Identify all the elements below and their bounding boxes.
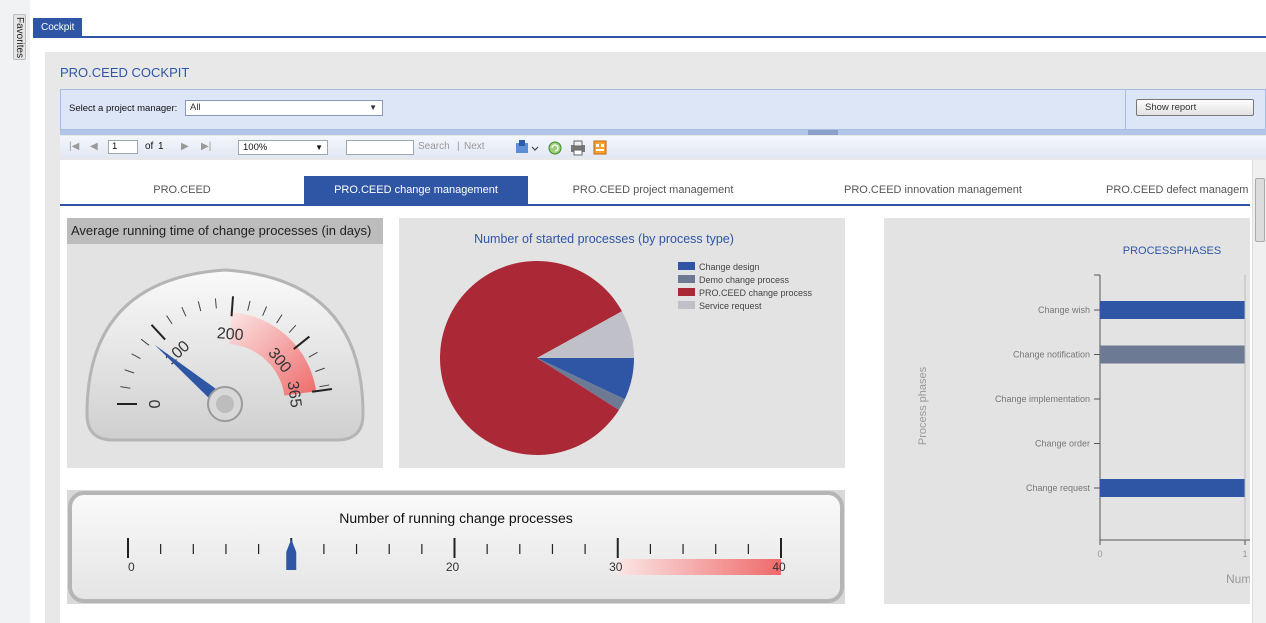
search-input[interactable] bbox=[346, 140, 414, 155]
splitter-grip[interactable] bbox=[808, 130, 838, 135]
processphases-panel: PROCESSPHASES Process phases Num Change … bbox=[884, 218, 1251, 604]
print-icon[interactable] bbox=[571, 140, 585, 156]
bar-ylabel: Process phases bbox=[917, 366, 929, 445]
next-page-icon[interactable]: ▶ bbox=[181, 140, 189, 154]
refresh-icon[interactable] bbox=[548, 141, 562, 155]
legend-label: Service request bbox=[699, 301, 762, 311]
vertical-scrollbar[interactable] bbox=[1252, 160, 1266, 623]
processphases-chart: PROCESSPHASES Process phases Num Change … bbox=[917, 245, 1251, 586]
previous-page-icon[interactable]: ◀ bbox=[90, 140, 98, 154]
bar-category-label: Change notification bbox=[1013, 350, 1090, 360]
zoom-select[interactable]: 100% ▼ bbox=[238, 140, 328, 155]
favorites-tab[interactable]: Favorites bbox=[13, 14, 26, 60]
bar-category-label: Change order bbox=[1035, 439, 1090, 449]
linear-gauge-panel: Number of running change processes 0 20 30… bbox=[67, 490, 845, 604]
project-manager-label: Select a project manager: bbox=[69, 103, 178, 114]
page-number-input[interactable]: 1 bbox=[108, 140, 138, 154]
tab-label: PRO.CEED innovation management bbox=[844, 184, 1022, 196]
first-page-icon[interactable]: |◀ bbox=[69, 140, 79, 154]
legend-swatch bbox=[678, 301, 695, 309]
tab-cockpit[interactable]: Cockpit bbox=[33, 18, 83, 37]
linear-tick-label: 0 bbox=[128, 560, 135, 574]
legend-label: Demo change process bbox=[699, 275, 790, 285]
tab-innovation-management[interactable]: PRO.CEED innovation management bbox=[778, 176, 1088, 204]
favorites-label: Favorites bbox=[14, 17, 25, 59]
report-content: PRO.CEED PRO.CEED change management PRO.… bbox=[60, 160, 1266, 623]
gauge-tick-label: 0 bbox=[147, 399, 164, 408]
project-manager-value: All bbox=[190, 102, 201, 113]
bar-x-tick-label: 1 bbox=[1242, 549, 1247, 559]
gauge-title: Average running time of change processes… bbox=[67, 218, 383, 244]
tabs-underline bbox=[60, 204, 1250, 206]
dropdown-arrow-icon: ▼ bbox=[315, 143, 323, 152]
report-title: PRO.CEED COCKPIT bbox=[60, 65, 190, 80]
bar bbox=[1100, 479, 1245, 497]
export-icon[interactable] bbox=[516, 140, 539, 153]
pie-panel: Number of started processes (by process … bbox=[399, 218, 845, 468]
main-area: Cockpit PRO.CEED COCKPIT Select a projec… bbox=[30, 0, 1266, 623]
bar bbox=[1100, 345, 1245, 364]
legend-swatch bbox=[678, 288, 695, 296]
gauge-tick-label: 200 bbox=[216, 325, 244, 344]
param-divider bbox=[1125, 90, 1126, 129]
project-manager-select[interactable]: All ▼ bbox=[185, 100, 383, 116]
linear-tick-label: 40 bbox=[772, 560, 786, 574]
show-report-button[interactable]: Show report bbox=[1136, 99, 1254, 116]
toolbar-icons bbox=[516, 140, 607, 156]
gauge-chart: 0100200300365 bbox=[85, 268, 365, 442]
pie-title: Number of started processes (by process … bbox=[474, 232, 734, 246]
report-container: PRO.CEED COCKPIT Select a project manage… bbox=[45, 52, 1266, 623]
page-total: 1 bbox=[158, 141, 164, 152]
legend-label: PRO.CEED change process bbox=[699, 288, 813, 298]
linear-gauge-title: Number of running change processes bbox=[339, 510, 572, 526]
zoom-value: 100% bbox=[243, 142, 268, 153]
tab-underline bbox=[33, 36, 1266, 38]
report-toolbar: |◀ ◀ 1 of 1 ▶ ▶| 100% ▼ Search | Next bbox=[60, 136, 1266, 158]
linear-gauge-chart: Number of running change processes 0 20 30… bbox=[68, 491, 844, 603]
tab-project-management[interactable]: PRO.CEED project management bbox=[528, 176, 778, 204]
bar bbox=[1100, 301, 1245, 319]
bar-category-label: Change request bbox=[1026, 483, 1091, 493]
bar-title: PROCESSPHASES bbox=[1123, 245, 1221, 257]
tab-label: PRO.CEED change management bbox=[334, 184, 498, 196]
tab-label: PRO.CEED bbox=[153, 184, 211, 196]
favorites-sidebar: Favorites bbox=[0, 0, 30, 623]
tab-change-management[interactable]: PRO.CEED change management bbox=[304, 176, 528, 204]
tab-label: PRO.CEED project management bbox=[572, 184, 734, 196]
gauge-panel: Average running time of change processes… bbox=[67, 218, 383, 468]
scrollbar-thumb[interactable] bbox=[1255, 178, 1265, 242]
bar-category-label: Change implementation bbox=[995, 394, 1090, 404]
gauge-hub-inner bbox=[216, 395, 234, 413]
linear-range-band bbox=[617, 559, 781, 575]
next-link[interactable]: Next bbox=[464, 140, 485, 154]
tab-proceed[interactable]: PRO.CEED bbox=[60, 176, 304, 204]
parameter-splitter[interactable] bbox=[60, 130, 1266, 135]
dropdown-arrow-icon: ▼ bbox=[369, 103, 377, 112]
bar-xlabel: Num bbox=[1226, 572, 1250, 586]
toolbar-separator: | bbox=[457, 141, 460, 152]
bar-x-tick-label: 0 bbox=[1097, 549, 1102, 559]
linear-tick-label: 30 bbox=[609, 560, 623, 574]
of-label: of bbox=[145, 141, 154, 152]
legend-swatch bbox=[678, 262, 695, 270]
search-link[interactable]: Search bbox=[418, 140, 450, 154]
last-page-icon[interactable]: ▶| bbox=[201, 140, 211, 154]
linear-tick-label: 20 bbox=[446, 560, 460, 574]
pie-chart: Number of started processes (by process … bbox=[440, 232, 813, 455]
layout-icon[interactable] bbox=[593, 140, 607, 155]
bar-category-label: Change wish bbox=[1038, 305, 1090, 315]
parameter-bar: Select a project manager: All ▼ Show rep… bbox=[60, 89, 1266, 130]
legend-swatch bbox=[678, 275, 695, 283]
tab-defect-management[interactable]: PRO.CEED defect managem bbox=[1088, 176, 1250, 204]
report-tabs: PRO.CEED PRO.CEED change management PRO.… bbox=[60, 176, 1250, 204]
tab-label: PRO.CEED defect managem bbox=[1106, 184, 1249, 196]
legend-label: Change design bbox=[699, 262, 760, 272]
